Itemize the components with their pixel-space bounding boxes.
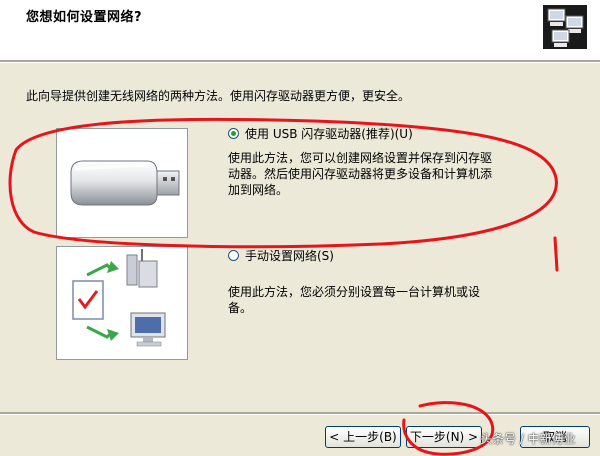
network-computers-icon: [543, 5, 587, 49]
intro-text: 此向导提供创建无线网络的两种方法。使用闪存驱动器更方便，更安全。: [26, 89, 411, 103]
wizard-header: 您想如何设置网络?: [0, 0, 600, 60]
radio-usb-label[interactable]: 使用 USB 闪存驱动器(推荐)(U): [245, 125, 413, 142]
annotation-mark-right: [553, 236, 559, 272]
usb-description: 使用此方法，您可以创建网络设置并保存到闪存驱 动器。然后使用闪存驱动器将更多设备…: [228, 150, 548, 198]
usb-option-image: [56, 128, 188, 238]
usb-desc-line: 加到网络。: [228, 183, 289, 197]
manual-desc-line: 使用此方法，您必须分别设置每一台计算机或设: [228, 285, 481, 299]
manual-network-icon: [72, 249, 166, 347]
usb-flash-drive-icon: [70, 160, 180, 206]
footer-divider: [0, 412, 600, 415]
wizard-title: 您想如何设置网络?: [26, 10, 143, 25]
option-manual[interactable]: 手动设置网络(S) 使用此方法，您必须分别设置每一台计算机或设 备。: [228, 246, 548, 316]
radio-manual-label[interactable]: 手动设置网络(S): [245, 247, 334, 264]
manual-description: 使用此方法，您必须分别设置每一台计算机或设 备。: [228, 284, 548, 316]
manual-option-image: [56, 246, 188, 360]
watermark-text: 头条号 / 中新傅业: [480, 432, 576, 446]
usb-desc-line: 使用此方法，您可以创建网络设置并保存到闪存驱: [228, 151, 493, 165]
radio-manual[interactable]: [228, 249, 239, 261]
option-usb[interactable]: 使用 USB 闪存驱动器(推荐)(U) 使用此方法，您可以创建网络设置并保存到闪…: [228, 124, 548, 198]
radio-usb[interactable]: [228, 127, 239, 139]
manual-desc-line: 备。: [228, 301, 253, 315]
header-divider: [0, 60, 600, 63]
back-button[interactable]: < 上一步(B): [325, 426, 401, 448]
radio-usb-row[interactable]: 使用 USB 闪存驱动器(推荐)(U): [228, 124, 548, 142]
radio-manual-row[interactable]: 手动设置网络(S): [228, 246, 548, 264]
usb-desc-line: 动器。然后使用闪存驱动器将更多设备和计算机添: [228, 167, 493, 181]
next-button[interactable]: 下一步(N) >: [406, 426, 482, 448]
